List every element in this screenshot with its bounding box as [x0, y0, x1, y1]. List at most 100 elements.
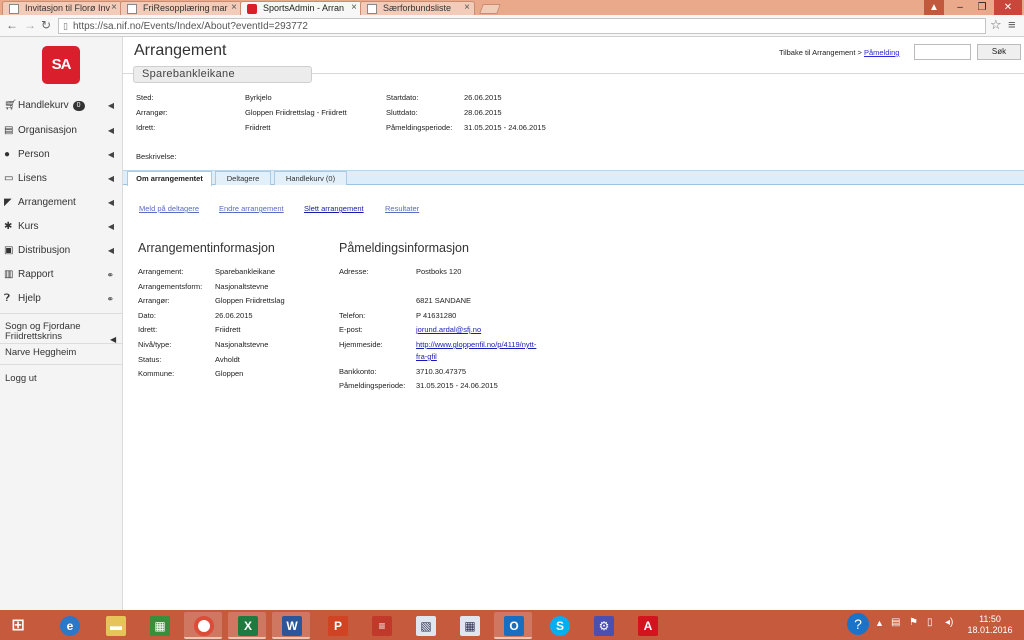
- tab-deltagere[interactable]: Deltagere: [215, 171, 271, 185]
- browser-tab-bar: Invitasjon til Florø Inv × FriResopplæri…: [0, 0, 1024, 15]
- hjemmeside-link[interactable]: http://www.gloppenfil.no/p/4119/nytt-: [416, 340, 536, 349]
- organization-selector[interactable]: Sogn og Fjordane Friidrettskrins: [5, 322, 105, 342]
- sidebar-item-lisens[interactable]: ▭ Lisens ◀: [0, 169, 122, 189]
- idrett-value: Friidrett: [245, 123, 271, 132]
- sa-logo[interactable]: SA: [42, 46, 80, 84]
- volume-icon[interactable]: ◂): [945, 617, 953, 628]
- browser-tab[interactable]: FriResopplæring mar ×: [120, 1, 242, 15]
- flag-icon[interactable]: ⚑: [909, 617, 918, 628]
- taskbar-app[interactable]: ▦: [140, 612, 178, 639]
- chevron-left-icon: ◀: [107, 246, 114, 255]
- tab-handlekurv[interactable]: Handlekurv (0): [274, 171, 347, 185]
- sted-label: Sted:: [136, 93, 154, 102]
- help-icon[interactable]: ?: [847, 613, 869, 635]
- sidebar-item-label: Rapport: [18, 269, 54, 280]
- chrome-icon: [194, 616, 214, 636]
- back-icon[interactable]: ←: [6, 18, 18, 32]
- user-profile-icon[interactable]: ▲: [924, 0, 944, 15]
- endre-arrangement-link[interactable]: Endre arrangement: [219, 204, 284, 213]
- sportsadmin-favicon-icon: [247, 4, 257, 14]
- slett-arrangement-link[interactable]: Slett arrangement: [304, 204, 364, 213]
- current-user[interactable]: Narve Heggheim: [5, 347, 76, 358]
- hjemmeside-label: Hjemmeside:: [339, 340, 383, 349]
- telefon-value: P 41631280: [416, 311, 457, 320]
- close-icon[interactable]: ×: [351, 2, 357, 13]
- taskbar-app[interactable]: W: [272, 612, 310, 639]
- maximize-icon[interactable]: ❐: [972, 0, 992, 15]
- sidebar-item-label: Handlekurv: [18, 100, 69, 111]
- taskbar-app[interactable]: ▦: [450, 612, 488, 639]
- resultater-link[interactable]: Resultater: [385, 204, 419, 213]
- new-tab-button[interactable]: [479, 4, 501, 14]
- sidebar-item-rapport[interactable]: ▥ Rapport ⚭: [0, 265, 122, 285]
- search-button[interactable]: Søk: [977, 44, 1021, 60]
- pameldingsperiode-label: Påmeldingsperiode:: [386, 123, 453, 132]
- bar-chart-icon: ▥: [4, 269, 14, 280]
- close-icon[interactable]: ×: [464, 2, 470, 13]
- close-icon[interactable]: ×: [231, 2, 237, 13]
- sidebar-item-distribusjon[interactable]: ▣ Distribusjon ◀: [0, 241, 122, 261]
- taskbar-app[interactable]: O: [494, 612, 532, 639]
- cogs-icon: ✱: [4, 221, 13, 232]
- sidebar-item-organisasjon[interactable]: ▤ Organisasjon ◀: [0, 121, 122, 141]
- internet-explorer-icon: e: [60, 616, 80, 636]
- page-icon: ▯: [63, 21, 68, 31]
- taskbar-app[interactable]: S: [540, 612, 578, 639]
- sidebar-item-kurs[interactable]: ✱ Kurs ◀: [0, 217, 122, 237]
- startdato-value: 26.06.2015: [464, 93, 502, 102]
- help-icon: ❓︎: [4, 293, 11, 304]
- logout-link[interactable]: Logg ut: [5, 373, 37, 384]
- chevron-up-icon[interactable]: ▲: [875, 618, 884, 628]
- url-input[interactable]: ▯ https://sa.nif.no/Events/Index/About?e…: [58, 18, 986, 34]
- sidebar-item-hjelp[interactable]: ❓︎ Hjelp ⚭: [0, 289, 122, 309]
- close-icon[interactable]: ×: [111, 2, 117, 13]
- windows-taskbar: ⊞ e ▬ ▦ X W P ≡ ▧ ▦ O S ⚙ A: [0, 610, 1024, 640]
- forward-icon[interactable]: →: [24, 18, 36, 32]
- search-input[interactable]: [914, 44, 971, 60]
- breadcrumb-link-pamelding[interactable]: Påmelding: [864, 48, 899, 57]
- taskbar-app-active[interactable]: [184, 612, 222, 639]
- sidebar-item-handlekurv[interactable]: 🛒︎ Handlekurv 0 ◀: [0, 96, 122, 116]
- store-icon: ▦: [150, 616, 170, 636]
- taskbar-app[interactable]: X: [228, 612, 266, 639]
- hjemmeside-link[interactable]: fra-gfil: [416, 352, 437, 361]
- network-icon[interactable]: ▤: [891, 617, 900, 628]
- info-value: Nasjonaltstevne: [215, 282, 269, 291]
- info-value: Friidrett: [215, 325, 241, 334]
- taskbar-app[interactable]: ≡: [362, 612, 400, 639]
- clock-date: 18.01.2016: [967, 625, 1013, 635]
- close-window-icon[interactable]: ✕: [994, 0, 1022, 15]
- start-button[interactable]: ⊞: [0, 612, 38, 639]
- sidebar-item-label: Distribusjon: [18, 245, 71, 256]
- browser-tab[interactable]: Invitasjon til Florø Inv ×: [2, 1, 122, 15]
- sidebar: SA 🛒︎ Handlekurv 0 ◀ ▤ Organisasjon ◀ ● P…: [0, 37, 123, 610]
- document-icon: [367, 4, 377, 14]
- divider: [0, 364, 122, 365]
- sidebar-item-arrangement[interactable]: ◤ Arrangement ◀: [0, 193, 122, 213]
- minimize-icon[interactable]: –: [950, 0, 970, 15]
- sidebar-item-person[interactable]: ● Person ◀: [0, 145, 122, 165]
- taskbar-app[interactable]: e: [50, 612, 88, 639]
- app-icon: ▧: [416, 616, 436, 636]
- taskbar-app[interactable]: ⚙: [584, 612, 622, 639]
- powerpoint-icon: P: [328, 616, 348, 636]
- info-value: Gloppen Friidrettslag: [215, 296, 285, 305]
- browser-tab-active[interactable]: SportsAdmin - Arran ×: [240, 1, 362, 15]
- bookmark-star-icon[interactable]: ☆: [990, 17, 1002, 33]
- reload-icon[interactable]: ↻: [41, 18, 51, 32]
- tab-om-arrangementet[interactable]: Om arrangementet: [127, 171, 212, 186]
- browser-tab[interactable]: Særforbundsliste ×: [360, 1, 475, 15]
- taskbar-app[interactable]: P: [318, 612, 356, 639]
- beskrivelse-label: Beskrivelse:: [136, 152, 177, 161]
- pameldingsperiode-value: 31.05.2015 - 24.06.2015: [416, 381, 498, 390]
- epost-link[interactable]: jorund.ardal@sfj.no: [416, 325, 481, 334]
- meld-pa-deltagere-link[interactable]: Meld på deltagere: [139, 204, 199, 213]
- pameldingsperiode-label: Påmeldingsperiode:: [339, 381, 406, 390]
- taskbar-clock[interactable]: 11:50 18.01.2016: [966, 614, 1014, 636]
- battery-icon[interactable]: ▯: [927, 617, 933, 628]
- taskbar-app[interactable]: ▧: [406, 612, 444, 639]
- taskbar-app[interactable]: ▬: [96, 612, 134, 639]
- browser-menu-icon[interactable]: ≡: [1008, 17, 1016, 32]
- taskbar-app[interactable]: A: [628, 612, 666, 639]
- outlook-icon: O: [504, 616, 524, 636]
